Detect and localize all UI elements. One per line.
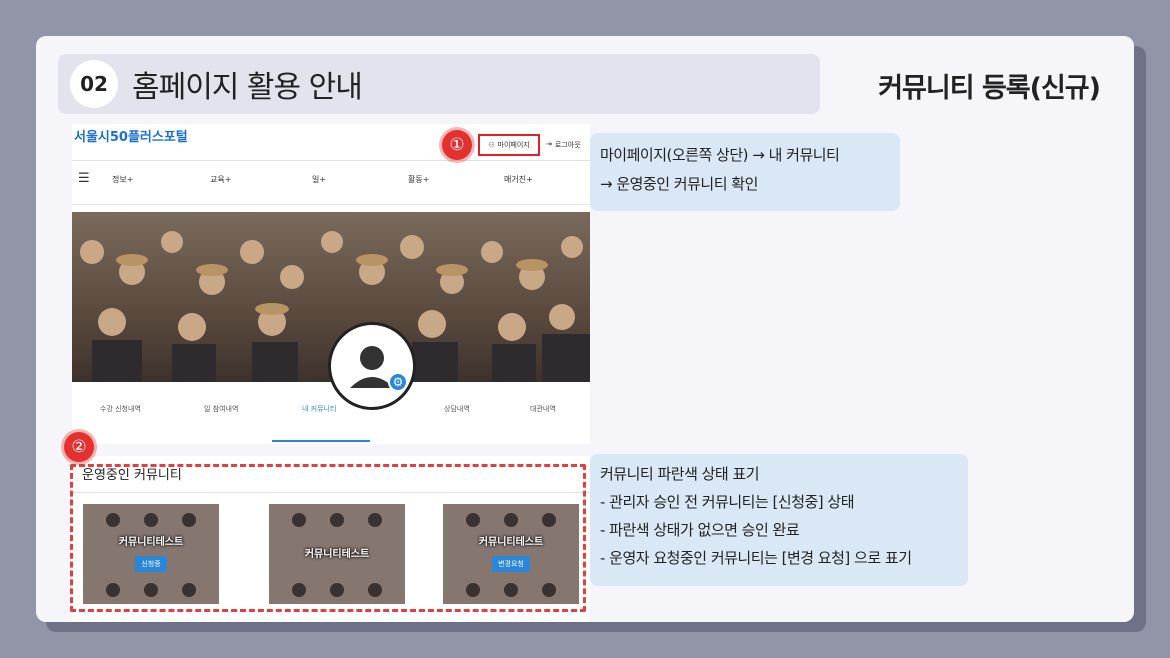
step-marker-1: ① [442, 130, 472, 160]
active-tab-indicator [272, 440, 370, 442]
section-title: 커뮤니티 등록(신규) [878, 73, 1101, 104]
logout-icon: ⇥ [546, 140, 552, 148]
page-title: 홈페이지 활용 안내 [132, 70, 363, 105]
community-highlight [70, 464, 586, 612]
header-divider [72, 160, 590, 161]
site-screenshot: 서울시50플러스포털 ⚇ 마이페이지 ⇥ 로그아웃 ☰ 정보+ 교육+ 일+ 활… [72, 124, 590, 444]
callout-status-line1: 커뮤니티 파란색 상태 표기 [600, 465, 760, 483]
title-bar: 02 홈페이지 활용 안내 [58, 54, 820, 114]
callout-mypage: 마이페이지(오른쪽 상단) → 내 커뮤니티 → 운영중인 커뮤니티 확인 [590, 133, 900, 211]
tab-my-community[interactable]: 내 커뮤니티 [302, 404, 336, 414]
logout-button[interactable]: ⇥ 로그아웃 [546, 140, 581, 150]
nav-item-magazine[interactable]: 매거진+ [504, 174, 533, 185]
section-number-badge: 02 [70, 60, 118, 108]
site-logo[interactable]: 서울시50플러스포털 [74, 126, 188, 145]
profile-avatar[interactable] [328, 322, 416, 410]
tab-work-participation[interactable]: 일 참여내역 [204, 404, 238, 414]
tab-consultations[interactable]: 상담내역 [444, 404, 470, 414]
slide: 02 홈페이지 활용 안내 커뮤니티 등록(신규) 서울시50플러스포털 ⚇ 마… [36, 36, 1134, 622]
callout-status: 커뮤니티 파란색 상태 표기 - 관리자 승인 전 커뮤니티는 [신청중] 상태… [590, 454, 968, 586]
logout-label: 로그아웃 [554, 141, 581, 149]
gear-icon[interactable]: ⚙ [388, 372, 408, 392]
person-icon: ⚇ [488, 141, 495, 149]
tab-class-applications[interactable]: 수강 신청내역 [100, 404, 141, 414]
tab-rentals[interactable]: 대관내역 [530, 404, 556, 414]
nav-divider [72, 204, 590, 205]
hamburger-icon[interactable]: ☰ [78, 171, 90, 186]
step-marker-2: ② [64, 432, 94, 462]
callout-mypage-line2: → 운영중인 커뮤니티 확인 [600, 175, 758, 193]
main-nav: ☰ 정보+ 교육+ 일+ 활동+ 매거진+ [72, 171, 590, 188]
nav-item-activity[interactable]: 활동+ [408, 174, 429, 185]
callout-status-line2: - 관리자 승인 전 커뮤니티는 [신청중] 상태 [600, 493, 855, 511]
nav-item-work[interactable]: 일+ [312, 174, 326, 185]
nav-item-education[interactable]: 교육+ [210, 174, 231, 185]
nav-item-info[interactable]: 정보+ [112, 174, 133, 185]
mypage-button[interactable]: ⚇ 마이페이지 [478, 134, 540, 156]
callout-mypage-line1: 마이페이지(오른쪽 상단) → 내 커뮤니티 [600, 146, 840, 164]
callout-status-line3: - 파란색 상태가 없으면 승인 완료 [600, 521, 800, 539]
mypage-label: 마이페이지 [497, 141, 530, 149]
callout-status-line4: - 운영자 요청중인 커뮤니티는 [변경 요청] 으로 표기 [600, 549, 912, 567]
